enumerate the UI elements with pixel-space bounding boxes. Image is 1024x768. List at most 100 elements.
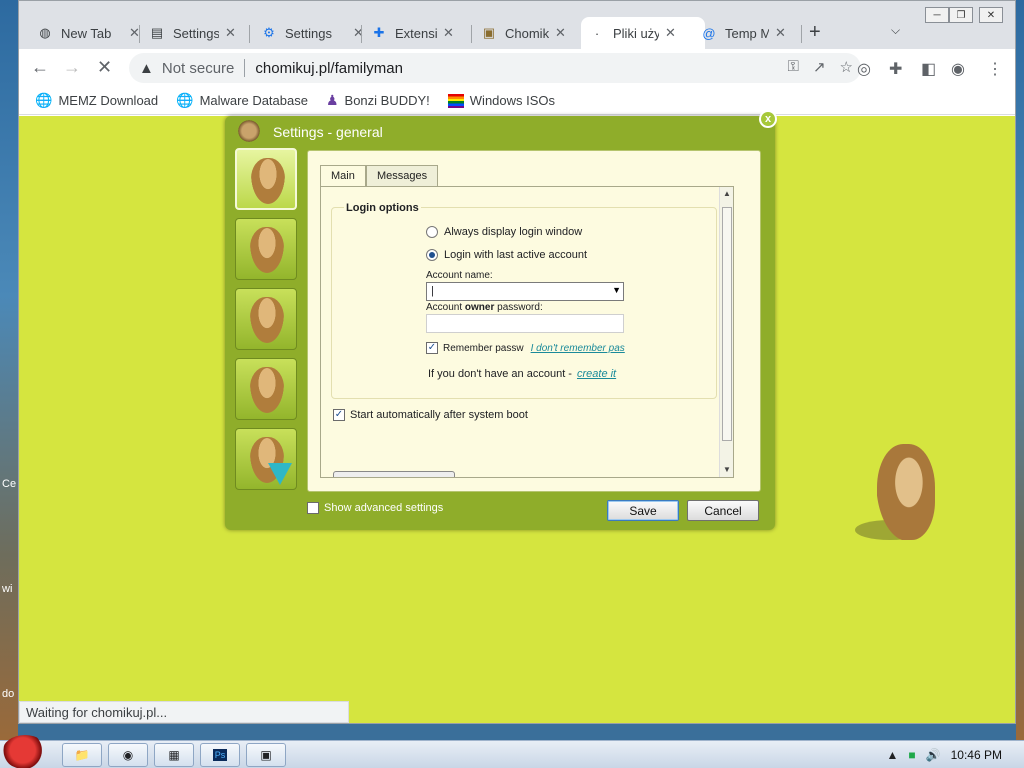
- remember-password-checkbox[interactable]: ✓ Remember passw I don't remember pas: [426, 342, 625, 354]
- window-close-button[interactable]: ✕: [979, 7, 1003, 23]
- taskbar-chrome[interactable]: ◉: [108, 743, 148, 767]
- checkbox[interactable]: [307, 502, 319, 514]
- tab-extensions[interactable]: ✚ Extensions ✕: [363, 17, 462, 49]
- main-tab-page: Login options Always display login windo…: [320, 186, 734, 478]
- bookmark-label: MEMZ Download: [58, 93, 159, 108]
- avatar-icon[interactable]: ◉: [951, 59, 965, 79]
- scroll-up-icon[interactable]: ▲: [723, 189, 731, 198]
- minimize-button[interactable]: ─: [925, 7, 949, 23]
- side-nav-appearance[interactable]: [235, 218, 297, 280]
- dialog-close-button[interactable]: x: [759, 110, 777, 128]
- tab-pliki-uzytkownika[interactable]: · Pliki użytkownika ✕: [581, 17, 705, 49]
- taskbar-chomikuj[interactable]: ▣: [246, 743, 286, 767]
- taskbar-app[interactable]: ▦: [154, 743, 194, 767]
- taskbar: 📁 ◉ ▦ Ps ▣ ▲ ■ 🔊 10:46 PM: [0, 735, 1024, 768]
- bookmark-label: Bonzi BUDDY!: [344, 93, 430, 108]
- close-icon[interactable]: ✕: [443, 25, 454, 41]
- volume-icon[interactable]: 🔊: [926, 748, 941, 762]
- side-panel-icon[interactable]: ◧: [921, 59, 936, 79]
- share-icon[interactable]: ↗: [813, 58, 826, 76]
- show-advanced-checkbox[interactable]: Show advanced settings: [307, 502, 443, 514]
- browser-window: ◍ New Tab ✕ ▤ Settings ✕ ⚙ Settings ✕ ✚ …: [18, 0, 1016, 724]
- close-icon[interactable]: ✕: [555, 25, 566, 41]
- url-text[interactable]: chomikuj.pl/familyman: [255, 60, 403, 77]
- account-name-label: Account name:: [426, 270, 493, 281]
- tab-settings-2[interactable]: ⚙ Settings ✕: [253, 17, 372, 49]
- close-icon[interactable]: ✕: [225, 25, 236, 41]
- taskbar-photoshop[interactable]: Ps: [200, 743, 240, 767]
- puzzle-icon: ✚: [373, 25, 385, 40]
- vertical-scrollbar[interactable]: ▲ ▼: [719, 187, 733, 477]
- side-nav-sounds[interactable]: [235, 358, 297, 420]
- security-status: Not secure: [161, 59, 235, 77]
- tab-label: New Tab: [61, 25, 112, 41]
- radio-label: Login with last active account: [444, 249, 588, 261]
- clock[interactable]: 10:46 PM: [951, 748, 1002, 762]
- back-arrow-icon[interactable]: ←: [31, 57, 49, 78]
- login-options-group: Login options Always display login windo…: [331, 202, 717, 399]
- autostart-checkbox[interactable]: ✓ Start automatically after system boot: [333, 409, 528, 421]
- network-icon[interactable]: ■: [908, 748, 915, 762]
- radio-always-display-login[interactable]: Always display login window: [426, 226, 582, 238]
- side-nav-connection[interactable]: [235, 288, 297, 350]
- start-angry-bird-icon[interactable]: [2, 735, 48, 768]
- tab-settings-1[interactable]: ▤ Settings ✕: [141, 17, 244, 49]
- taskbar-explorer[interactable]: 📁: [62, 743, 102, 767]
- tab-chomikuj[interactable]: ▣ Chomikuj ✕: [473, 17, 574, 49]
- radio-button[interactable]: [426, 249, 438, 261]
- new-tab-button[interactable]: +: [809, 21, 821, 44]
- tab-new-tab[interactable]: ◍ New Tab ✕: [29, 17, 148, 49]
- dropdown-caret-icon[interactable]: ▼: [612, 285, 621, 295]
- omnibox-actions: ⚿ ↗ ☆: [788, 58, 853, 76]
- page-icon: ▤: [150, 25, 164, 40]
- address-bar[interactable]: ▲ Not secure chomikuj.pl/familyman ⚿ ↗ ☆: [129, 53, 861, 83]
- desktop-icon-label: wi: [2, 583, 13, 595]
- bookmark-label: Malware Database: [199, 93, 308, 108]
- bookmark-malware-database[interactable]: 🌐 Malware Database: [176, 92, 308, 109]
- close-icon[interactable]: ✕: [665, 25, 676, 41]
- checkbox[interactable]: ✓: [426, 342, 438, 354]
- tab-label: Settings: [285, 25, 332, 41]
- tab-search-chevron-icon[interactable]: ⌵: [891, 23, 900, 38]
- side-nav-general[interactable]: [235, 148, 297, 210]
- checkbox-label: Start automatically after system boot: [350, 409, 528, 421]
- stop-loading-icon[interactable]: ✕: [97, 57, 112, 78]
- radio-login-last-account[interactable]: Login with last active account: [426, 249, 587, 261]
- bookmarks-bar: 🌐 MEMZ Download 🌐 Malware Database ♟ Bon…: [19, 87, 1015, 115]
- forward-arrow-icon[interactable]: →: [63, 57, 81, 78]
- radio-button[interactable]: [426, 226, 438, 238]
- bookmark-memz-download[interactable]: 🌐 MEMZ Download: [35, 92, 158, 109]
- partially-visible-button[interactable]: [333, 471, 455, 477]
- forgot-password-link[interactable]: I don't remember pas: [531, 343, 625, 354]
- close-icon[interactable]: ✕: [775, 25, 786, 41]
- no-account-label: If you don't have an account -: [428, 368, 572, 380]
- gear-icon: ⚙: [263, 25, 275, 40]
- key-icon[interactable]: ⚿: [788, 58, 799, 76]
- checkbox[interactable]: ✓: [333, 409, 345, 421]
- checkbox-label: Remember passw: [443, 342, 524, 354]
- maximize-button[interactable]: ❐: [949, 7, 973, 23]
- bookmark-bonzi-buddy[interactable]: ♟ Bonzi BUDDY!: [326, 92, 430, 109]
- menu-kebab-icon[interactable]: ⋮: [987, 59, 1003, 79]
- tab-messages[interactable]: Messages: [366, 165, 439, 187]
- checkbox-label: Show advanced settings: [324, 502, 444, 514]
- extensions-puzzle-icon[interactable]: ✚: [889, 59, 902, 79]
- profile-flag-icon[interactable]: ◎: [857, 59, 871, 79]
- bookmark-star-icon[interactable]: ☆: [840, 58, 853, 76]
- cancel-button[interactable]: Cancel: [687, 500, 759, 521]
- account-name-combobox[interactable]: | ▼: [426, 282, 624, 301]
- hamster-headphones-icon: [250, 367, 284, 413]
- tray-expand-icon[interactable]: ▲: [887, 748, 899, 762]
- tab-strip: ◍ New Tab ✕ ▤ Settings ✕ ⚙ Settings ✕ ✚ …: [19, 1, 1015, 49]
- owner-password-field[interactable]: [426, 314, 624, 333]
- scrollbar-thumb[interactable]: [722, 207, 732, 441]
- tab-main[interactable]: Main: [320, 165, 366, 188]
- save-button[interactable]: Save: [607, 500, 679, 521]
- side-nav-downloads[interactable]: [235, 428, 297, 490]
- create-account-link[interactable]: create it: [577, 368, 616, 380]
- bookmark-windows-isos[interactable]: Windows ISOs: [447, 93, 555, 108]
- tab-temp-mail[interactable]: @ Temp Mail ✕: [693, 17, 794, 49]
- scroll-down-icon[interactable]: ▼: [723, 465, 731, 474]
- desktop-background-right: [1016, 0, 1024, 740]
- tab-label: Extensions: [395, 25, 437, 41]
